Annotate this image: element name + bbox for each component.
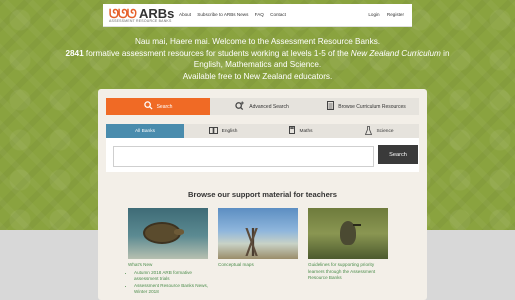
flask-icon [365,125,373,137]
main-nav: About Subscribe to ARBs News FAQ Contact [179,12,291,17]
search-input[interactable] [113,146,374,167]
tab-advanced-search[interactable]: Advanced Search [210,98,314,115]
availability-line: Available free to New Zealand educators. [182,71,333,81]
driftwood-image[interactable] [218,208,298,259]
tab-all-banks-label: All Banks [135,128,155,134]
tab-maths-label: Maths [299,128,313,134]
login-link[interactable]: Login [368,12,379,17]
bird-image[interactable] [308,208,388,259]
tab-english[interactable]: English [184,124,262,138]
search-mode-tabs: Search Advanced Search Browse Curriculum… [106,98,419,115]
turtle-image[interactable] [128,208,208,259]
curriculum-name: New Zealand Curriculum [350,48,441,58]
top-navigation-bar: ᘎᘎᘎ ARBs ASSESSMENT RESOURCE BANKS About… [103,4,412,27]
search-icon [143,101,153,112]
news-item-link[interactable]: Assessment Resource Banks News, Winter 2… [134,283,210,296]
nav-about-link[interactable]: About [179,12,191,17]
resource-text-end: in [440,48,450,58]
support-section-title: Browse our support material for teachers [188,190,337,199]
whats-new-caption: What's New Autumn 2018 ARB formative ass… [128,262,210,296]
calculator-icon [289,126,296,136]
welcome-line: Nau mai, Haere mai. Welcome to the Asses… [134,37,381,46]
search-button[interactable]: Search [378,145,418,164]
tab-search-label: Search [156,103,173,110]
search-panel: Search Advanced Search Browse Curriculum… [98,89,427,300]
auth-links: Login Register [362,12,404,17]
guidelines-card: Guidelines for supporting priority learn… [308,208,390,282]
bank-tabs: All Banks English Maths Science [106,124,419,138]
whats-new-link[interactable]: What's New [128,262,210,269]
book-icon [208,126,218,136]
resource-count: 2841 [65,48,84,58]
tab-science[interactable]: Science [340,124,419,138]
advanced-search-icon [235,101,245,112]
conceptual-maps-link[interactable]: Conceptual maps [218,262,300,269]
tab-advanced-search-label: Advanced Search [249,103,289,110]
welcome-message: Nau mai, Haere mai. Welcome to the Asses… [0,36,515,82]
tab-all-banks[interactable]: All Banks [106,124,184,138]
resource-count-line: 2841 formative assessment resources for … [0,48,515,60]
resource-text: formative assessment resources for stude… [83,48,351,58]
whats-new-card: What's New Autumn 2018 ARB formative ass… [128,208,210,296]
whats-new-list: Autumn 2018 ARB formative assessment tri… [128,270,210,296]
tab-english-label: English [221,128,238,134]
nav-subscribe-link[interactable]: Subscribe to ARBs News [197,12,248,17]
guidelines-link[interactable]: Guidelines for supporting priority learn… [308,262,390,282]
register-link[interactable]: Register [387,12,404,17]
logo-subtitle: ASSESSMENT RESOURCE BANKS [109,19,172,23]
document-icon [327,101,335,112]
conceptual-maps-card: Conceptual maps [218,208,300,269]
subjects-line: English, Mathematics and Science. [193,60,322,70]
tab-search[interactable]: Search [106,98,210,115]
news-item-link[interactable]: Autumn 2018 ARB formative assessment tri… [134,270,210,283]
nav-faq-link[interactable]: FAQ [255,12,264,17]
nav-contact-link[interactable]: Contact [270,12,286,17]
tab-browse-curriculum[interactable]: Browse Curriculum Resources [314,98,419,115]
search-row: Search [106,138,419,172]
tab-maths[interactable]: Maths [262,124,340,138]
tab-browse-curriculum-label: Browse Curriculum Resources [338,103,406,110]
tab-science-label: Science [376,128,394,134]
